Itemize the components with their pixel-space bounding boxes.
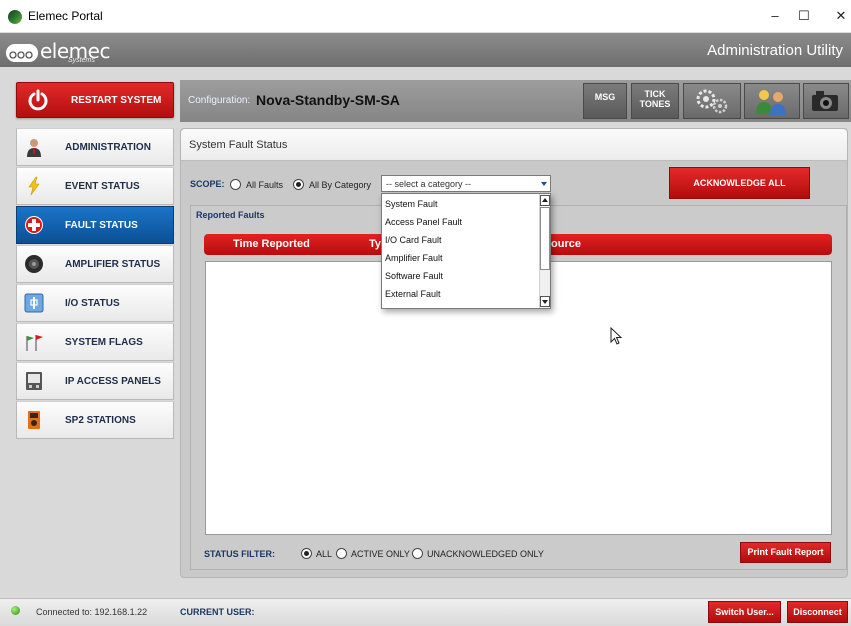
window-title: Elemec Portal: [28, 9, 103, 23]
panel-header: System Fault Status: [181, 129, 847, 161]
sidebar-item-system-flags[interactable]: SYSTEM FLAGS: [16, 323, 174, 361]
maximize-icon[interactable]: ☐: [794, 6, 814, 26]
access-panel-icon: [26, 372, 42, 390]
sidebar-label: ADMINISTRATION: [65, 142, 151, 153]
dropdown-item-access-panel-fault[interactable]: Access Panel Fault: [385, 217, 462, 227]
red-cross-icon: [25, 216, 43, 234]
window-title-bar: Elemec Portal – ☐ ✕: [0, 0, 851, 33]
scroll-down-button[interactable]: [540, 296, 550, 307]
chevron-down-icon: [541, 182, 547, 186]
status-filter-label: STATUS FILTER:: [204, 549, 275, 559]
connection-status-text: Connected to: 192.168.1.22: [36, 607, 148, 617]
power-icon: [28, 89, 48, 111]
configuration-bar: Configuration: Nova-Standby-SM-SA MSG TI…: [180, 80, 851, 122]
print-fault-report-button[interactable]: Print Fault Report: [740, 542, 831, 563]
sidebar-item-ip-access-panels[interactable]: IP ACCESS PANELS: [16, 362, 174, 400]
dropdown-item-io-card-fault[interactable]: I/O Card Fault: [385, 235, 442, 245]
app-title: Administration Utility: [707, 42, 843, 59]
column-source[interactable]: ource: [551, 238, 581, 250]
elemec-logo: elemec Systems: [6, 39, 126, 64]
flags-icon: [26, 335, 43, 351]
sidebar-item-sp2-stations[interactable]: SP2 STATIONS: [16, 401, 174, 439]
disconnect-button[interactable]: Disconnect: [787, 601, 848, 623]
filter-all-label: ALL: [316, 549, 333, 559]
configuration-label: Configuration:: [188, 95, 251, 106]
admin-user-icon: [27, 139, 41, 157]
configuration-value: Nova-Standby-SM-SA: [256, 92, 400, 108]
filter-unacknowledged-only-radio[interactable]: [412, 548, 423, 559]
scroll-up-button[interactable]: [540, 195, 550, 206]
current-user-label: CURRENT USER:: [180, 607, 255, 617]
sidebar-item-event-status[interactable]: EVENT STATUS: [16, 167, 174, 205]
sidebar-label: I/O STATUS: [65, 298, 120, 309]
column-type[interactable]: Ty: [369, 238, 381, 250]
tick-label: TICK: [644, 89, 666, 99]
msg-label: MSG: [594, 92, 616, 102]
sidebar-item-fault-status[interactable]: FAULT STATUS: [16, 206, 174, 244]
filter-all-radio[interactable]: [301, 548, 312, 559]
acknowledge-all-button[interactable]: ACKNOWLEDGE ALL: [669, 167, 810, 199]
filter-active-only-label: ACTIVE ONLY: [351, 549, 410, 559]
sidebar-label: AMPLIFIER STATUS: [65, 259, 161, 270]
camera-icon: [812, 91, 838, 111]
panel-title: System Fault Status: [189, 139, 288, 151]
switch-user-button[interactable]: Switch User...: [708, 601, 781, 623]
scope-by-category-label: All By Category: [309, 180, 372, 190]
io-switch-icon: [24, 293, 44, 313]
dropdown-item-system-fault[interactable]: System Fault: [385, 199, 438, 209]
minimize-icon[interactable]: –: [765, 6, 785, 26]
dropdown-item-amplifier-fault[interactable]: Amplifier Fault: [385, 253, 443, 263]
lightning-icon: [28, 176, 40, 196]
sidebar-label: SP2 STATIONS: [65, 415, 136, 426]
dropdown-item-software-fault[interactable]: Software Fault: [385, 271, 443, 281]
users-icon: [756, 90, 786, 115]
arrow-up-icon: [542, 198, 548, 202]
sidebar-item-io-status[interactable]: I/O STATUS: [16, 284, 174, 322]
gears-icon: [696, 89, 728, 114]
category-select-value: -- select a category --: [386, 179, 472, 189]
column-time-reported[interactable]: Time Reported: [233, 238, 310, 250]
close-icon[interactable]: ✕: [831, 6, 851, 26]
sidebar-label: SYSTEM FLAGS: [65, 337, 143, 348]
restart-label: RESTART SYSTEM: [71, 95, 162, 106]
filter-active-only-radio[interactable]: [336, 548, 347, 559]
station-icon: [28, 411, 40, 429]
connection-status-icon: [11, 606, 20, 615]
scope-label: SCOPE:: [190, 179, 225, 189]
speaker-icon: [25, 255, 43, 273]
filter-unacknowledged-only-label: UNACKNOWLEDGED ONLY: [427, 549, 544, 559]
app-logo-icon: [8, 10, 22, 24]
restart-system-button[interactable]: RESTART SYSTEM: [16, 82, 174, 118]
category-select[interactable]: -- select a category --: [381, 175, 551, 192]
arrow-down-icon: [542, 300, 548, 304]
scope-all-faults-radio[interactable]: [230, 179, 241, 190]
sidebar-item-administration[interactable]: ADMINISTRATION: [16, 128, 174, 166]
sidebar-label: IP ACCESS PANELS: [65, 376, 161, 387]
settings-button[interactable]: [683, 83, 741, 119]
tones-label: TONES: [639, 99, 671, 109]
msg-button[interactable]: MSG: [583, 83, 627, 119]
reported-faults-title: Reported Faults: [196, 210, 265, 220]
camera-button[interactable]: [803, 83, 849, 119]
scope-by-category-radio[interactable]: [293, 179, 304, 190]
scroll-thumb[interactable]: [540, 207, 550, 270]
logo-subtext: Systems: [68, 57, 95, 64]
tick-tones-button[interactable]: TICK TONES: [631, 83, 679, 119]
users-button[interactable]: [744, 83, 800, 119]
sidebar-item-amplifier-status[interactable]: AMPLIFIER STATUS: [16, 245, 174, 283]
sidebar-label: EVENT STATUS: [65, 181, 140, 192]
dropdown-item-external-fault[interactable]: External Fault: [385, 289, 441, 299]
category-dropdown-list: System Fault Access Panel Fault I/O Card…: [381, 193, 551, 309]
logo-circles-icon: [6, 44, 38, 62]
sidebar-nav: ADMINISTRATION EVENT STATUS FAULT STATUS…: [16, 128, 174, 439]
scope-all-faults-label: All Faults: [246, 180, 284, 190]
mouse-cursor-icon: [610, 327, 623, 345]
sidebar-label: FAULT STATUS: [65, 220, 138, 231]
